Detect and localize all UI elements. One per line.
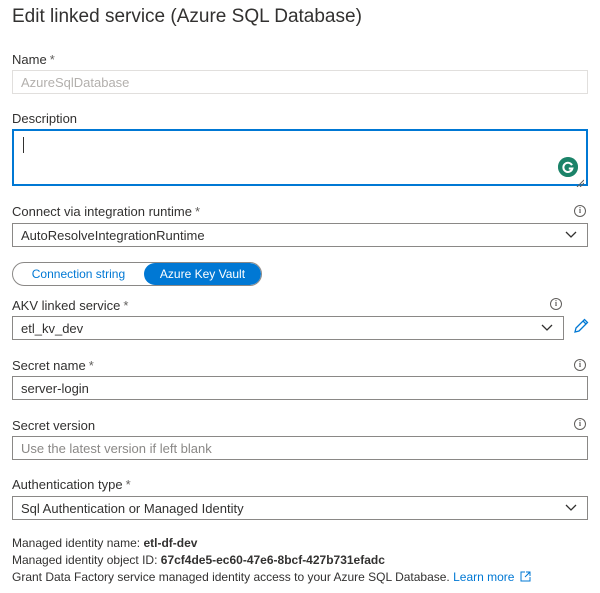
managed-identity-name-value: etl-df-dev — [143, 536, 198, 550]
akv-select-value: etl_kv_dev — [21, 320, 84, 336]
grant-access-text: Grant Data Factory service managed ident… — [12, 570, 531, 585]
auth-type-label-text: Authentication type — [12, 477, 123, 492]
description-textarea[interactable] — [12, 129, 588, 188]
runtime-select-value: AutoResolveIntegrationRuntime — [21, 227, 205, 243]
secret-name-value: server-login — [21, 380, 89, 396]
auth-type-required-mark: * — [125, 477, 131, 492]
auth-type-label: Authentication type * — [12, 477, 131, 492]
learn-more-link[interactable]: Learn more — [453, 570, 514, 584]
name-input[interactable]: AzureSqlDatabase — [12, 70, 588, 94]
managed-identity-name: Managed identity name: etl-df-dev — [12, 536, 197, 550]
akv-info-icon[interactable]: i — [550, 298, 562, 310]
secret-name-label: Secret name * — [12, 358, 94, 373]
secret-name-required-mark: * — [88, 358, 94, 373]
azure-key-vault-option[interactable]: Azure Key Vault — [143, 263, 261, 285]
runtime-label-text: Connect via integration runtime — [12, 204, 192, 219]
page-title: Edit linked service (Azure SQL Database) — [12, 6, 362, 27]
runtime-label: Connect via integration runtime * — [12, 204, 200, 219]
name-label: Name * — [12, 52, 55, 67]
secret-version-placeholder: Use the latest version if left blank — [21, 440, 212, 456]
secret-name-input[interactable]: server-login — [12, 376, 588, 400]
runtime-info-icon[interactable]: i — [574, 205, 586, 217]
managed-identity-object-id-label: Managed identity object ID: — [12, 553, 158, 567]
external-link-icon[interactable] — [520, 571, 531, 585]
resize-handle-icon[interactable] — [576, 174, 585, 188]
name-required-mark: * — [49, 52, 55, 67]
managed-identity-object-id-value: 67cf4de5-ec60-47e6-8bcf-427b731efadc — [160, 553, 385, 567]
name-label-text: Name — [12, 52, 47, 67]
akv-select[interactable]: etl_kv_dev — [12, 316, 564, 340]
runtime-select[interactable]: AutoResolveIntegrationRuntime — [12, 223, 588, 247]
secret-version-input[interactable]: Use the latest version if left blank — [12, 436, 588, 460]
akv-required-mark: * — [123, 298, 129, 313]
text-cursor — [23, 137, 24, 153]
connection-type-toggle[interactable]: Connection string Azure Key Vault — [12, 262, 262, 286]
auth-type-value: Sql Authentication or Managed Identity — [21, 500, 244, 516]
chevron-down-icon — [563, 227, 579, 243]
grant-access-description: Grant Data Factory service managed ident… — [12, 570, 450, 584]
edit-pencil-icon[interactable] — [572, 317, 590, 335]
name-input-placeholder: AzureSqlDatabase — [21, 74, 130, 90]
akv-label-text: AKV linked service — [12, 298, 121, 313]
akv-label: AKV linked service * — [12, 298, 128, 313]
description-label: Description — [12, 111, 78, 126]
secret-version-label: Secret version — [12, 418, 96, 433]
secret-name-label-text: Secret name — [12, 358, 86, 373]
secret-name-info-icon[interactable]: i — [574, 359, 586, 371]
auth-type-select[interactable]: Sql Authentication or Managed Identity — [12, 496, 588, 520]
connection-string-option[interactable]: Connection string — [13, 263, 144, 285]
grammarly-icon[interactable] — [558, 157, 578, 177]
managed-identity-name-label: Managed identity name: — [12, 536, 141, 550]
chevron-down-icon — [539, 320, 555, 336]
chevron-down-icon — [563, 500, 579, 516]
managed-identity-object-id: Managed identity object ID: 67cf4de5-ec6… — [12, 553, 385, 567]
runtime-required-mark: * — [194, 204, 200, 219]
secret-version-info-icon[interactable]: i — [574, 418, 586, 430]
